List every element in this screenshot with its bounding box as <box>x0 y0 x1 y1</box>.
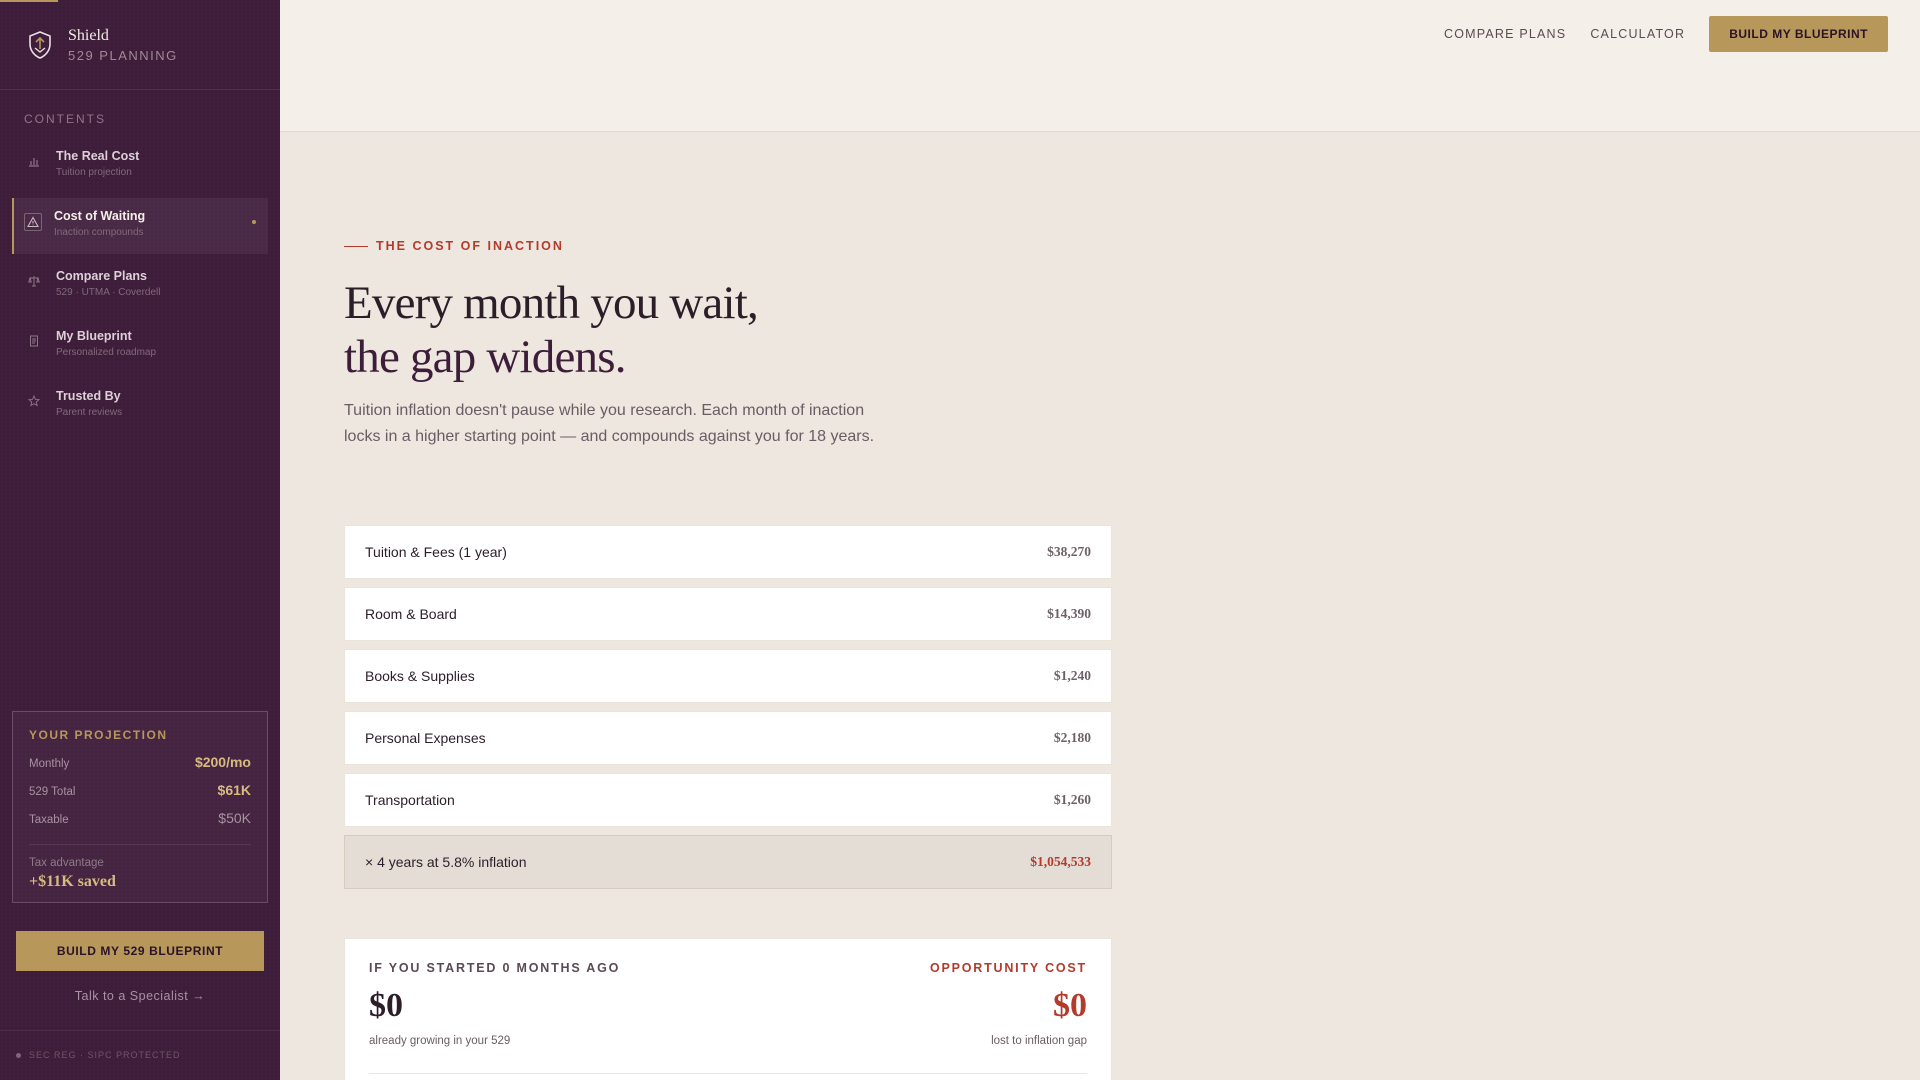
tax-advantage-label: Tax advantage <box>29 857 104 869</box>
sidebar-item-subtitle: 529 · UTMA · Coverdell <box>56 287 161 298</box>
opportunity-headings: IF YOU STARTED 0 MONTHS AGO OPPORTUNITY … <box>369 961 1087 975</box>
cost-row-transportation: Transportation $1,260 <box>344 773 1112 827</box>
lead-paragraph: Tuition inflation doesn't pause while yo… <box>344 402 875 445</box>
growing-note: already growing in your 529 <box>369 1035 511 1047</box>
sidebar-item-title: Compare Plans <box>56 269 148 283</box>
top-nav: COMPARE PLANS CALCULATOR BUILD MY BLUEPR… <box>1444 16 1888 52</box>
cost-label: Room & Board <box>365 606 457 622</box>
cost-row-personal: Personal Expenses $2,180 <box>344 711 1112 765</box>
opportunity-values: $0 $0 <box>369 987 1087 1025</box>
cost-label: Personal Expenses <box>365 730 486 746</box>
scale-icon <box>26 273 42 289</box>
sidebar-item-subtitle: Personalized roadmap <box>56 347 157 358</box>
sidebar-item-title: My Blueprint <box>56 329 132 343</box>
projection-row-taxable: Taxable $50K <box>29 810 251 838</box>
status-dot-icon <box>16 1052 21 1058</box>
cost-value: $14,390 <box>1047 606 1091 621</box>
projection-label: 529 Total <box>29 786 76 798</box>
cost-row-tuition: Tuition & Fees (1 year) $38,270 <box>344 525 1112 579</box>
sidebar-item-title: The Real Cost <box>56 149 140 163</box>
projection-divider <box>29 844 251 845</box>
cost-value: $2,180 <box>1053 730 1091 745</box>
projection-label: Monthly <box>29 758 70 770</box>
cost-label: Books & Supplies <box>365 668 475 684</box>
started-ago-heading: IF YOU STARTED 0 MONTHS AGO <box>369 961 621 975</box>
cost-total-value: $1,054,533 <box>1030 854 1091 869</box>
headline-line-1: Every month you wait, <box>344 277 759 329</box>
projection-card: YOUR PROJECTION Monthly $200/mo 529 Tota… <box>12 711 268 903</box>
sidebar-item-subtitle: Inaction compounds <box>54 227 144 238</box>
contents-label: CONTENTS <box>24 112 106 126</box>
build-blueprint-button[interactable]: BUILD MY BLUEPRINT <box>1709 16 1888 52</box>
sidebar-item-subtitle: Tuition projection <box>56 167 132 178</box>
opportunity-cost-card: IF YOU STARTED 0 MONTHS AGO OPPORTUNITY … <box>344 938 1112 1080</box>
section-eyebrow: THE COST OF INACTION <box>344 239 564 253</box>
cost-row-books: Books & Supplies $1,240 <box>344 649 1112 703</box>
sidebar-item-cost-of-waiting[interactable]: Cost of Waiting Inaction compounds <box>12 198 268 254</box>
brand-subtitle: 529 PLANNING <box>68 47 178 63</box>
warning-triangle-icon <box>24 213 42 231</box>
cost-label: Transportation <box>365 792 455 808</box>
opportunity-divider <box>369 1073 1087 1074</box>
brand[interactable]: Shield 529 PLANNING <box>0 0 280 90</box>
projection-label: Taxable <box>29 814 69 826</box>
projection-title: YOUR PROJECTION <box>29 728 168 742</box>
brand-name: Shield <box>68 26 109 44</box>
sidebar-item-trusted-by[interactable]: Trusted By Parent reviews <box>12 378 268 434</box>
document-icon <box>26 333 42 349</box>
shield-logo-icon <box>29 30 51 59</box>
projection-value: $61K <box>217 782 251 798</box>
bar-chart-icon <box>26 153 42 169</box>
headline-line-2: the gap widens. <box>344 331 626 383</box>
sidebar-item-subtitle: Parent reviews <box>56 407 123 418</box>
cost-value: $38,270 <box>1047 544 1091 559</box>
cost-value: $1,260 <box>1053 792 1091 807</box>
projection-row-monthly: Monthly $200/mo <box>29 754 251 782</box>
sidebar-item-compare-plans[interactable]: Compare Plans 529 · UTMA · Coverdell <box>12 258 268 314</box>
inflation-gap-note: lost to inflation gap <box>991 1035 1087 1047</box>
projection-value: $200/mo <box>194 754 251 770</box>
sidebar-nav: The Real Cost Tuition projection Cost of… <box>0 138 280 434</box>
page-title: Every month you wait, the gap widens. <box>344 276 759 384</box>
star-icon <box>26 393 42 409</box>
sidebar-item-title: Cost of Waiting <box>54 209 146 223</box>
eyebrow-text: THE COST OF INACTION <box>376 239 564 253</box>
opportunity-cost-heading: OPPORTUNITY COST <box>929 961 1087 975</box>
calculator-link[interactable]: CALCULATOR <box>1590 27 1685 41</box>
build-529-blueprint-button[interactable]: BUILD MY 529 BLUEPRINT <box>16 931 264 971</box>
projection-row-total: 529 Total $61K <box>29 782 251 810</box>
reading-progress-bar <box>0 0 58 2</box>
sidebar-footer: SEC REG · SIPC PROTECTED <box>16 1050 181 1060</box>
compare-plans-link[interactable]: COMPARE PLANS <box>1444 27 1566 41</box>
top-bar: COMPARE PLANS CALCULATOR BUILD MY BLUEPR… <box>280 0 1920 132</box>
projection-value: $50K <box>218 810 251 826</box>
opportunity-notes: already growing in your 529 lost to infl… <box>369 1035 1087 1047</box>
cost-row-total: × 4 years at 5.8% inflation $1,054,533 <box>344 835 1112 889</box>
eyebrow-rule <box>344 245 368 247</box>
cost-total-label: × 4 years at 5.8% inflation <box>365 854 527 870</box>
cost-row-room-board: Room & Board $14,390 <box>344 587 1112 641</box>
cost-value: $1,240 <box>1053 668 1091 683</box>
sidebar: Shield 529 PLANNING CONTENTS The Real Co… <box>0 0 280 1080</box>
growing-value: $0 <box>369 987 403 1024</box>
compliance-text: SEC REG · SIPC PROTECTED <box>29 1050 181 1060</box>
cost-label: Tuition & Fees (1 year) <box>365 544 507 560</box>
sidebar-item-title: Trusted By <box>56 389 121 403</box>
tax-advantage-value: +$11K saved <box>29 873 116 890</box>
opportunity-cost-value: $0 <box>1053 987 1087 1024</box>
sidebar-item-my-blueprint[interactable]: My Blueprint Personalized roadmap <box>12 318 268 374</box>
sidebar-footer-divider <box>0 1030 280 1031</box>
talk-to-specialist-link[interactable]: Talk to a Specialist → <box>0 989 280 1003</box>
active-indicator-dot <box>252 220 256 224</box>
sidebar-item-real-cost[interactable]: The Real Cost Tuition projection <box>12 138 268 194</box>
